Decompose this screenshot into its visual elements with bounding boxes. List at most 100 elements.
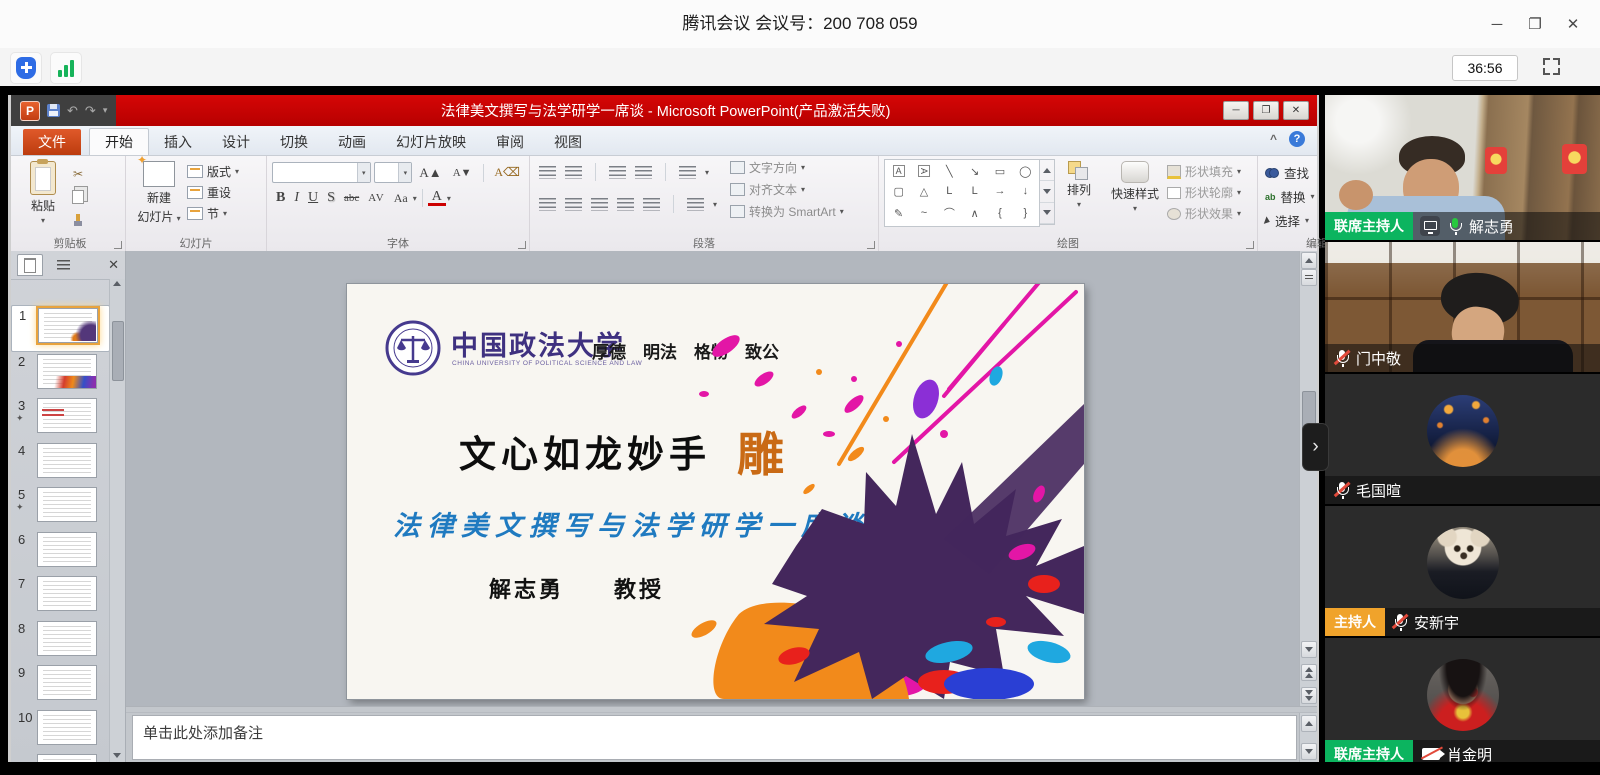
clipboard-dialog-launcher[interactable] xyxy=(114,241,122,249)
numbering-button[interactable] xyxy=(565,166,582,179)
ppt-minimize-button[interactable]: ─ xyxy=(1223,101,1249,120)
notes-scrollbar[interactable] xyxy=(1299,713,1317,762)
shape-scribble-icon[interactable]: ~ xyxy=(921,207,927,219)
shape-vertical-textbox-icon[interactable]: A xyxy=(918,165,930,177)
line-spacing-button[interactable] xyxy=(679,166,696,179)
redo-icon[interactable]: ↷ xyxy=(85,103,96,119)
italic-button[interactable]: I xyxy=(290,190,303,206)
scroll-up-icon[interactable] xyxy=(113,281,121,286)
thumbnail-scrollbar[interactable] xyxy=(109,279,125,762)
drawing-dialog-launcher[interactable] xyxy=(1246,241,1254,249)
align-center-button[interactable] xyxy=(565,198,582,211)
network-status-button[interactable] xyxy=(50,52,82,84)
notes-splitter[interactable] xyxy=(126,706,1317,713)
slide-thumbnail-2[interactable]: 2 xyxy=(11,352,110,397)
meeting-protect-button[interactable] xyxy=(10,52,42,84)
shape-rectangle-icon[interactable]: ▭ xyxy=(995,165,1005,178)
section-button[interactable]: 节▾ xyxy=(187,204,239,222)
font-color-button[interactable]: A xyxy=(428,190,446,206)
slide-thumbnail-7[interactable]: 7 xyxy=(11,574,110,619)
tab-animations[interactable]: 动画 xyxy=(323,129,381,155)
tab-home[interactable]: 开始 xyxy=(89,128,149,155)
layout-button[interactable]: 版式▾ xyxy=(187,162,239,180)
ppt-restore-button[interactable]: ❐ xyxy=(1253,101,1279,120)
split-handle-icon[interactable] xyxy=(1305,275,1313,281)
undo-icon[interactable]: ↶ xyxy=(67,103,78,119)
slide-thumbnail-8[interactable]: 8 xyxy=(11,619,110,664)
qat-customize-icon[interactable]: ▾ xyxy=(103,105,108,116)
minimize-button[interactable]: ─ xyxy=(1482,9,1512,39)
slide-thumbnail-6[interactable]: 6 xyxy=(11,530,110,575)
fullscreen-button[interactable] xyxy=(1543,58,1560,75)
columns-button[interactable] xyxy=(687,198,704,211)
slide-thumbnail-4[interactable]: 4 xyxy=(11,441,110,486)
help-icon[interactable]: ? xyxy=(1289,131,1305,147)
text-direction-button[interactable]: 文字方向▾ xyxy=(730,159,844,176)
shape-left-brace-icon[interactable]: { xyxy=(998,207,1002,219)
shape-down-arrow-icon[interactable]: ↓ xyxy=(1023,185,1029,197)
tab-insert[interactable]: 插入 xyxy=(149,129,207,155)
tab-file[interactable]: 文件 xyxy=(23,129,81,155)
ppt-close-button[interactable]: ✕ xyxy=(1283,101,1309,120)
copy-button[interactable] xyxy=(66,188,90,206)
shape-arc-icon[interactable]: ⌒ xyxy=(944,205,955,221)
paragraph-dialog-launcher[interactable] xyxy=(867,241,875,249)
collapse-ribbon-icon[interactable]: ^ xyxy=(1270,132,1277,146)
shape-line-icon[interactable]: ╲ xyxy=(946,165,953,178)
shape-effects-button[interactable]: 形状效果▾ xyxy=(1167,205,1241,222)
arrange-button[interactable]: 排列 ▾ xyxy=(1055,159,1103,209)
distributed-button[interactable] xyxy=(643,198,660,211)
tab-design[interactable]: 设计 xyxy=(207,129,265,155)
shape-freeform-icon[interactable]: ✎ xyxy=(894,207,903,220)
gallery-more-icon[interactable] xyxy=(1043,210,1051,215)
slide-thumbnail-10[interactable]: 10 xyxy=(11,708,110,753)
justify-button[interactable] xyxy=(617,198,634,211)
align-text-button[interactable]: 对齐文本▾ xyxy=(730,181,844,198)
tab-review[interactable]: 审阅 xyxy=(481,129,539,155)
participant-tile-maoguoxuan[interactable]: 毛国暄 xyxy=(1325,374,1600,504)
shape-right-arrow-icon[interactable]: → xyxy=(994,185,1005,197)
gallery-down-icon[interactable] xyxy=(1043,189,1051,194)
format-painter-button[interactable] xyxy=(66,211,90,229)
shape-fill-button[interactable]: 形状填充▾ xyxy=(1167,163,1241,180)
slide-thumbnail-5[interactable]: 5✦ xyxy=(11,485,110,530)
slide-thumbnail-3[interactable]: 3✦ xyxy=(11,396,110,441)
shape-outline-button[interactable]: 形状轮廓▾ xyxy=(1167,184,1241,201)
clear-formatting-button[interactable]: A⌫ xyxy=(490,165,524,180)
powerpoint-logo-icon[interactable]: P xyxy=(20,101,40,121)
shape-elbow-connector-icon[interactable]: L xyxy=(946,185,952,197)
new-slide-button[interactable]: 新建 幻灯片 ▾ xyxy=(131,159,187,225)
grow-font-button[interactable]: A▲ xyxy=(415,165,445,181)
participant-tile-menzhongjing[interactable]: 门中敬 xyxy=(1325,242,1600,372)
shape-arrow-line-icon[interactable]: ↘ xyxy=(970,165,979,178)
slides-view-tab[interactable] xyxy=(17,254,43,276)
ppt-titlebar[interactable]: P ↶ ↷ ▾ 法律美文撰写与法学研学一席谈 - Microsoft Power… xyxy=(11,95,1317,126)
outline-view-tab[interactable] xyxy=(51,255,75,275)
scroll-down-icon[interactable] xyxy=(113,753,121,758)
decrease-indent-button[interactable] xyxy=(609,166,626,179)
bullets-button[interactable] xyxy=(539,166,556,179)
slide-vertical-scrollbar[interactable] xyxy=(1299,251,1317,706)
slide-canvas[interactable]: 中国政法大学 CHINA UNIVERSITY OF POLITICAL SCI… xyxy=(347,284,1084,699)
convert-smartart-button[interactable]: 转换为 SmartArt▾ xyxy=(730,203,844,220)
scroll-down-icon[interactable] xyxy=(1305,749,1313,754)
font-name-select[interactable]: ▾ xyxy=(272,162,371,183)
text-shadow-button[interactable]: S xyxy=(323,190,339,206)
shape-oval-icon[interactable]: ◯ xyxy=(1019,165,1031,178)
slide-editing-area[interactable]: 中国政法大学 CHINA UNIVERSITY OF POLITICAL SCI… xyxy=(126,251,1317,706)
reset-button[interactable]: 重设 xyxy=(187,183,239,201)
font-size-select[interactable]: ▾ xyxy=(374,162,413,183)
tab-slideshow[interactable]: 幻灯片放映 xyxy=(381,129,481,155)
participant-tile-xiaojinming[interactable]: 联席主持人 肖金明 xyxy=(1325,638,1600,762)
scroll-up-icon[interactable] xyxy=(1305,258,1313,263)
scroll-down-icon[interactable] xyxy=(1305,647,1313,652)
align-right-button[interactable] xyxy=(591,198,608,211)
scrollbar-thumb[interactable] xyxy=(112,321,124,381)
save-icon[interactable] xyxy=(47,104,60,117)
close-button[interactable]: ✕ xyxy=(1558,9,1588,39)
character-spacing-button[interactable]: AV xyxy=(364,192,388,204)
cut-button[interactable]: ✂ xyxy=(66,165,90,183)
font-dialog-launcher[interactable] xyxy=(518,241,526,249)
bold-button[interactable]: B xyxy=(272,190,289,206)
shapes-gallery[interactable]: A A ╲ ↘ ▭ ◯ ▢ △ L L → ↓ ✎ ~ ⌒ xyxy=(884,159,1040,227)
